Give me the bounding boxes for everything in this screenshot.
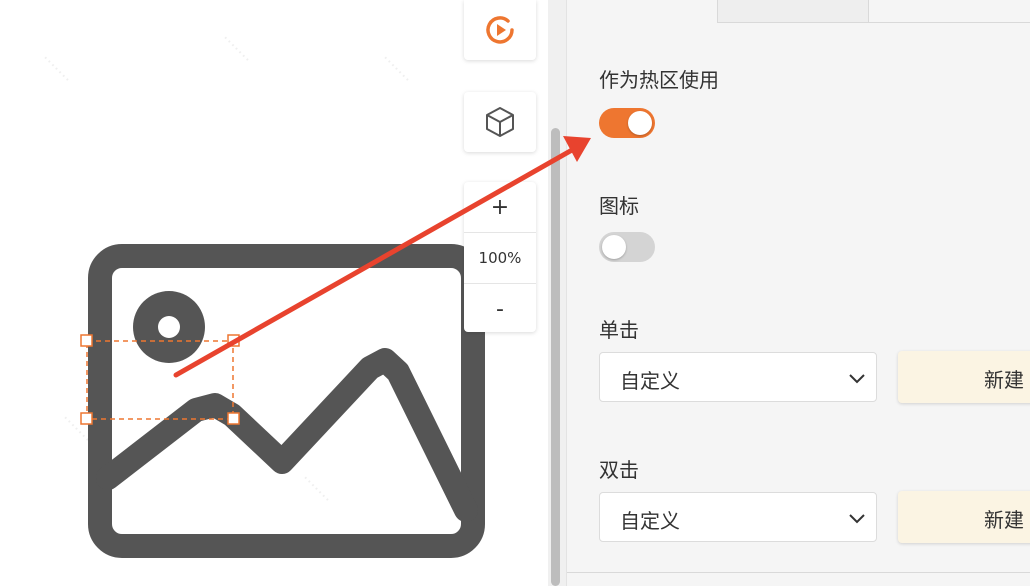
toggle-knob (602, 235, 626, 259)
chevron-down-icon (849, 374, 865, 384)
icon-toggle[interactable] (599, 232, 655, 262)
chevron-down-icon (849, 514, 865, 524)
panel-bottom-divider (567, 572, 1030, 573)
preview-button[interactable] (464, 0, 536, 60)
scrollbar-thumb[interactable] (551, 128, 560, 586)
editor-canvas[interactable]: ······· ······· ······· ······· ······· (0, 0, 548, 586)
double-click-select[interactable]: 自定义 (599, 492, 877, 542)
select-value: 自定义 (620, 369, 680, 393)
tab-interaction[interactable]: 交互 (567, 0, 718, 22)
hotspot-label: 作为热区使用 (599, 68, 719, 92)
panel-tabs: 交互 样式 (567, 0, 1030, 24)
zoom-in-button[interactable]: + (464, 182, 536, 232)
icon-label: 图标 (599, 194, 639, 218)
hotspot-toggle[interactable] (599, 108, 655, 138)
3d-view-button[interactable] (464, 92, 536, 152)
tab-divider (867, 22, 1030, 23)
tab-label: 交互 (607, 0, 643, 2)
tab-label: 样式 (758, 0, 794, 2)
zoom-control: + 100% - (464, 182, 536, 332)
properties-panel: 交互 样式 作为热区使用 图标 单击 自定义 新建 双击 自定义 新建 (566, 0, 1030, 586)
zoom-level: 100% (464, 232, 536, 284)
resize-handle (80, 334, 93, 347)
new-button-label: 新建 (984, 508, 1024, 532)
toggle-knob (628, 111, 652, 135)
resize-handle (227, 412, 240, 425)
single-click-select[interactable]: 自定义 (599, 352, 877, 402)
tab-style[interactable]: 样式 (717, 0, 869, 23)
resize-handle (227, 334, 240, 347)
cube-icon (486, 107, 514, 137)
select-value: 自定义 (620, 509, 680, 533)
double-click-label: 双击 (599, 458, 639, 482)
double-click-new-button[interactable]: 新建 (898, 491, 1030, 543)
resize-handle (80, 412, 93, 425)
new-button-label: 新建 (984, 368, 1024, 392)
single-click-new-button[interactable]: 新建 (898, 351, 1030, 403)
single-click-label: 单击 (599, 318, 639, 342)
zoom-out-button[interactable]: - (464, 284, 536, 334)
play-circle-icon (486, 16, 514, 44)
